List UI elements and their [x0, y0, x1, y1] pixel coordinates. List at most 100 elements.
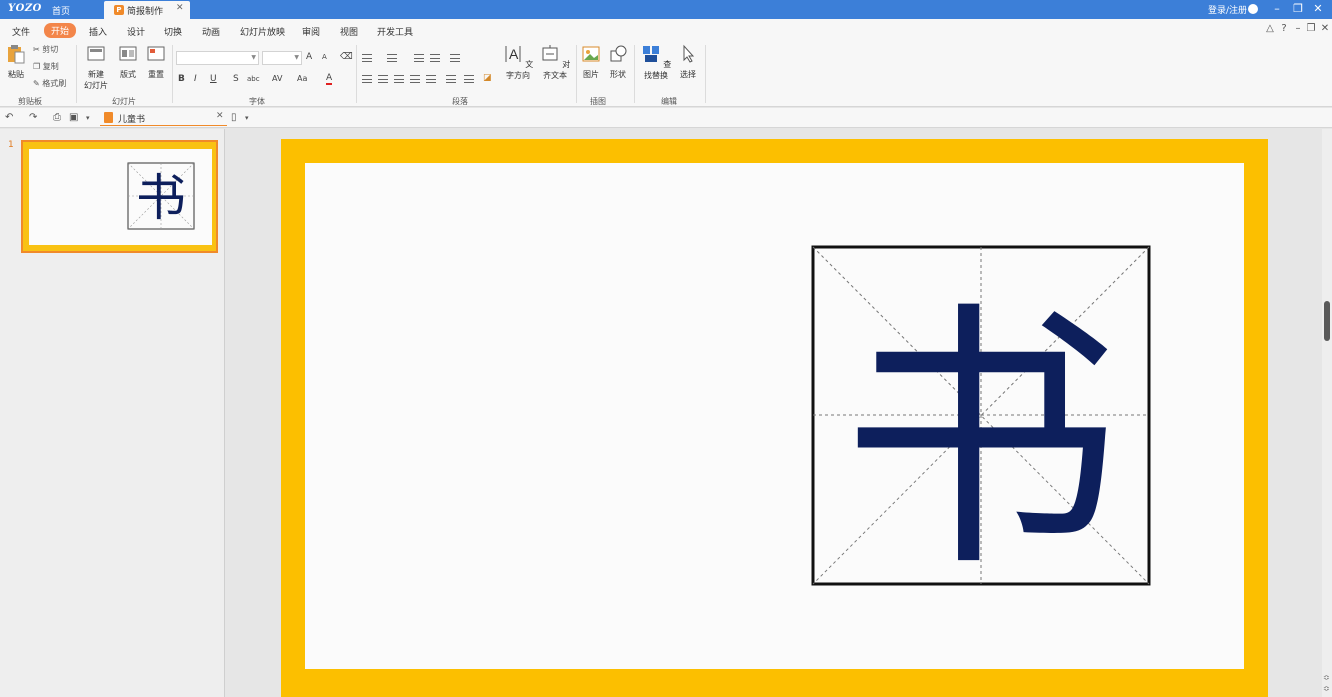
- clipboard-group-label: 剪贴板: [18, 97, 42, 106]
- vertical-align-icon[interactable]: [464, 75, 474, 83]
- justify-icon[interactable]: [410, 75, 420, 83]
- paste-label: 粘贴: [8, 70, 24, 79]
- doc-close-icon[interactable]: ✕: [1319, 23, 1331, 34]
- home-tab[interactable]: 首页: [52, 4, 70, 17]
- menu-slideshow[interactable]: 幻灯片放映: [240, 25, 285, 38]
- slide-thumbnail[interactable]: 书: [21, 140, 218, 253]
- numbered-list-icon[interactable]: [387, 54, 397, 62]
- find-replace-button[interactable]: 查找替换: [638, 44, 674, 81]
- document-tab-label: 简报制作: [127, 7, 164, 17]
- new-file-icon[interactable]: ▯: [231, 112, 237, 123]
- prev-slide-icon[interactable]: ≎: [1323, 673, 1330, 682]
- group-separator: [576, 45, 577, 103]
- font-color-button[interactable]: A: [326, 73, 333, 85]
- cut-button[interactable]: ✂ 剪切: [33, 44, 58, 55]
- next-slide-icon[interactable]: ≎: [1323, 684, 1330, 693]
- bold-button[interactable]: B: [178, 74, 185, 84]
- save-icon[interactable]: ▣: [69, 112, 78, 123]
- customize-icon[interactable]: ▾: [86, 114, 90, 122]
- document-tab[interactable]: P 简报制作 ✕: [104, 1, 190, 19]
- italic-button[interactable]: I: [194, 74, 197, 84]
- brush-icon: ✎: [33, 79, 40, 88]
- scissors-icon: ✂: [33, 45, 40, 54]
- restore-icon[interactable]: ❐: [1291, 2, 1305, 15]
- close-tab-icon[interactable]: ✕: [176, 3, 184, 13]
- login-link[interactable]: 登录/注册: [1208, 3, 1259, 16]
- group-separator: [356, 45, 357, 103]
- format-painter-button[interactable]: ✎ 格式刷: [33, 78, 66, 89]
- group-separator: [705, 45, 706, 103]
- vertical-scrollbar[interactable]: ≎ ≎: [1322, 129, 1332, 697]
- copy-icon: ❐: [33, 62, 41, 71]
- print-preview-icon[interactable]: ⎙: [53, 112, 61, 123]
- chevron-down-icon[interactable]: ▾: [245, 114, 249, 122]
- menu-view[interactable]: 视图: [340, 25, 358, 38]
- file-icon: [104, 112, 113, 123]
- group-separator: [172, 45, 173, 103]
- menu-file[interactable]: 文件: [12, 25, 30, 38]
- distribute-icon[interactable]: [426, 75, 436, 83]
- char-spacing-button[interactable]: AV: [272, 74, 282, 83]
- menu-transitions[interactable]: 切换: [164, 25, 182, 38]
- menu-animations[interactable]: 动画: [202, 25, 220, 38]
- align-right-icon[interactable]: [394, 75, 404, 83]
- reset-button[interactable]: 重置: [145, 44, 167, 80]
- bullet-list-icon[interactable]: [362, 54, 372, 62]
- align-center-icon[interactable]: [378, 75, 388, 83]
- grow-font-icon[interactable]: A: [306, 52, 312, 62]
- slide-thumbnail-canvas: 书: [29, 149, 212, 245]
- character-grid[interactable]: 书: [305, 163, 1244, 669]
- paste-button[interactable]: 粘贴: [5, 44, 27, 80]
- copy-button[interactable]: ❐ 复制: [33, 61, 59, 72]
- change-case-button[interactable]: Aa: [297, 74, 307, 83]
- presentation-icon: P: [114, 5, 124, 15]
- close-window-icon[interactable]: ✕: [1311, 2, 1325, 15]
- shape-button[interactable]: 形状: [607, 44, 629, 80]
- text-direction-button[interactable]: A 文字方向: [500, 44, 536, 81]
- help-icon[interactable]: ?: [1278, 23, 1290, 34]
- collapse-ribbon-icon[interactable]: △: [1264, 23, 1276, 34]
- file-tab[interactable]: 儿童书 ✕: [100, 110, 227, 126]
- slide-character[interactable]: 书: [841, 279, 1121, 605]
- shadow-button[interactable]: abc: [247, 75, 260, 83]
- doc-minimize-icon[interactable]: –: [1292, 23, 1304, 34]
- clear-format-icon[interactable]: ⌫: [340, 52, 353, 62]
- app-logo: YOZO: [8, 3, 42, 14]
- quick-access-bar: ↶ ↷ ⎙ ▣ ▾ 儿童书 ✕ ▯ ▾: [0, 108, 1332, 128]
- menu-insert[interactable]: 插入: [89, 25, 107, 38]
- decrease-indent-icon[interactable]: [414, 54, 424, 62]
- text-effect-icon[interactable]: ◪: [483, 73, 492, 83]
- strikethrough-button[interactable]: S: [233, 74, 239, 84]
- font-family-select[interactable]: ▼: [176, 51, 259, 65]
- group-separator: [634, 45, 635, 103]
- undo-icon[interactable]: ↶: [5, 112, 13, 123]
- slide[interactable]: 书: [305, 163, 1244, 669]
- menu-home[interactable]: 开始: [44, 23, 77, 38]
- slide-editor-canvas[interactable]: 书: [226, 129, 1322, 697]
- text-columns-icon[interactable]: [446, 75, 456, 83]
- picture-button[interactable]: 图片: [580, 44, 602, 80]
- shrink-font-icon[interactable]: A: [322, 53, 327, 61]
- slides-group-label: 幻灯片: [112, 97, 136, 106]
- layout-button[interactable]: 版式: [117, 44, 139, 80]
- text-direction-icon: A: [505, 46, 521, 62]
- line-spacing-icon[interactable]: [450, 54, 460, 62]
- minimize-icon[interactable]: –: [1270, 2, 1284, 15]
- menu-developer[interactable]: 开发工具: [377, 25, 413, 38]
- select-button[interactable]: 选择: [677, 44, 699, 80]
- file-name: 儿童书: [118, 115, 146, 125]
- font-size-select[interactable]: ▼: [262, 51, 302, 65]
- align-left-icon[interactable]: [362, 75, 372, 83]
- menu-design[interactable]: 设计: [127, 25, 145, 38]
- close-file-icon[interactable]: ✕: [216, 111, 224, 121]
- new-slide-button[interactable]: 新建 幻灯片: [82, 44, 110, 91]
- increase-indent-icon[interactable]: [430, 54, 440, 62]
- menu-review[interactable]: 审阅: [302, 25, 320, 38]
- redo-icon[interactable]: ↷: [29, 112, 37, 123]
- doc-restore-icon[interactable]: ❐: [1305, 23, 1317, 34]
- illustration-group-label: 插图: [590, 97, 606, 106]
- align-text-button[interactable]: 对齐文本: [537, 44, 573, 81]
- scrollbar-thumb[interactable]: [1324, 301, 1330, 341]
- thumbnail-character: 书: [136, 169, 186, 227]
- underline-button[interactable]: U: [210, 74, 217, 84]
